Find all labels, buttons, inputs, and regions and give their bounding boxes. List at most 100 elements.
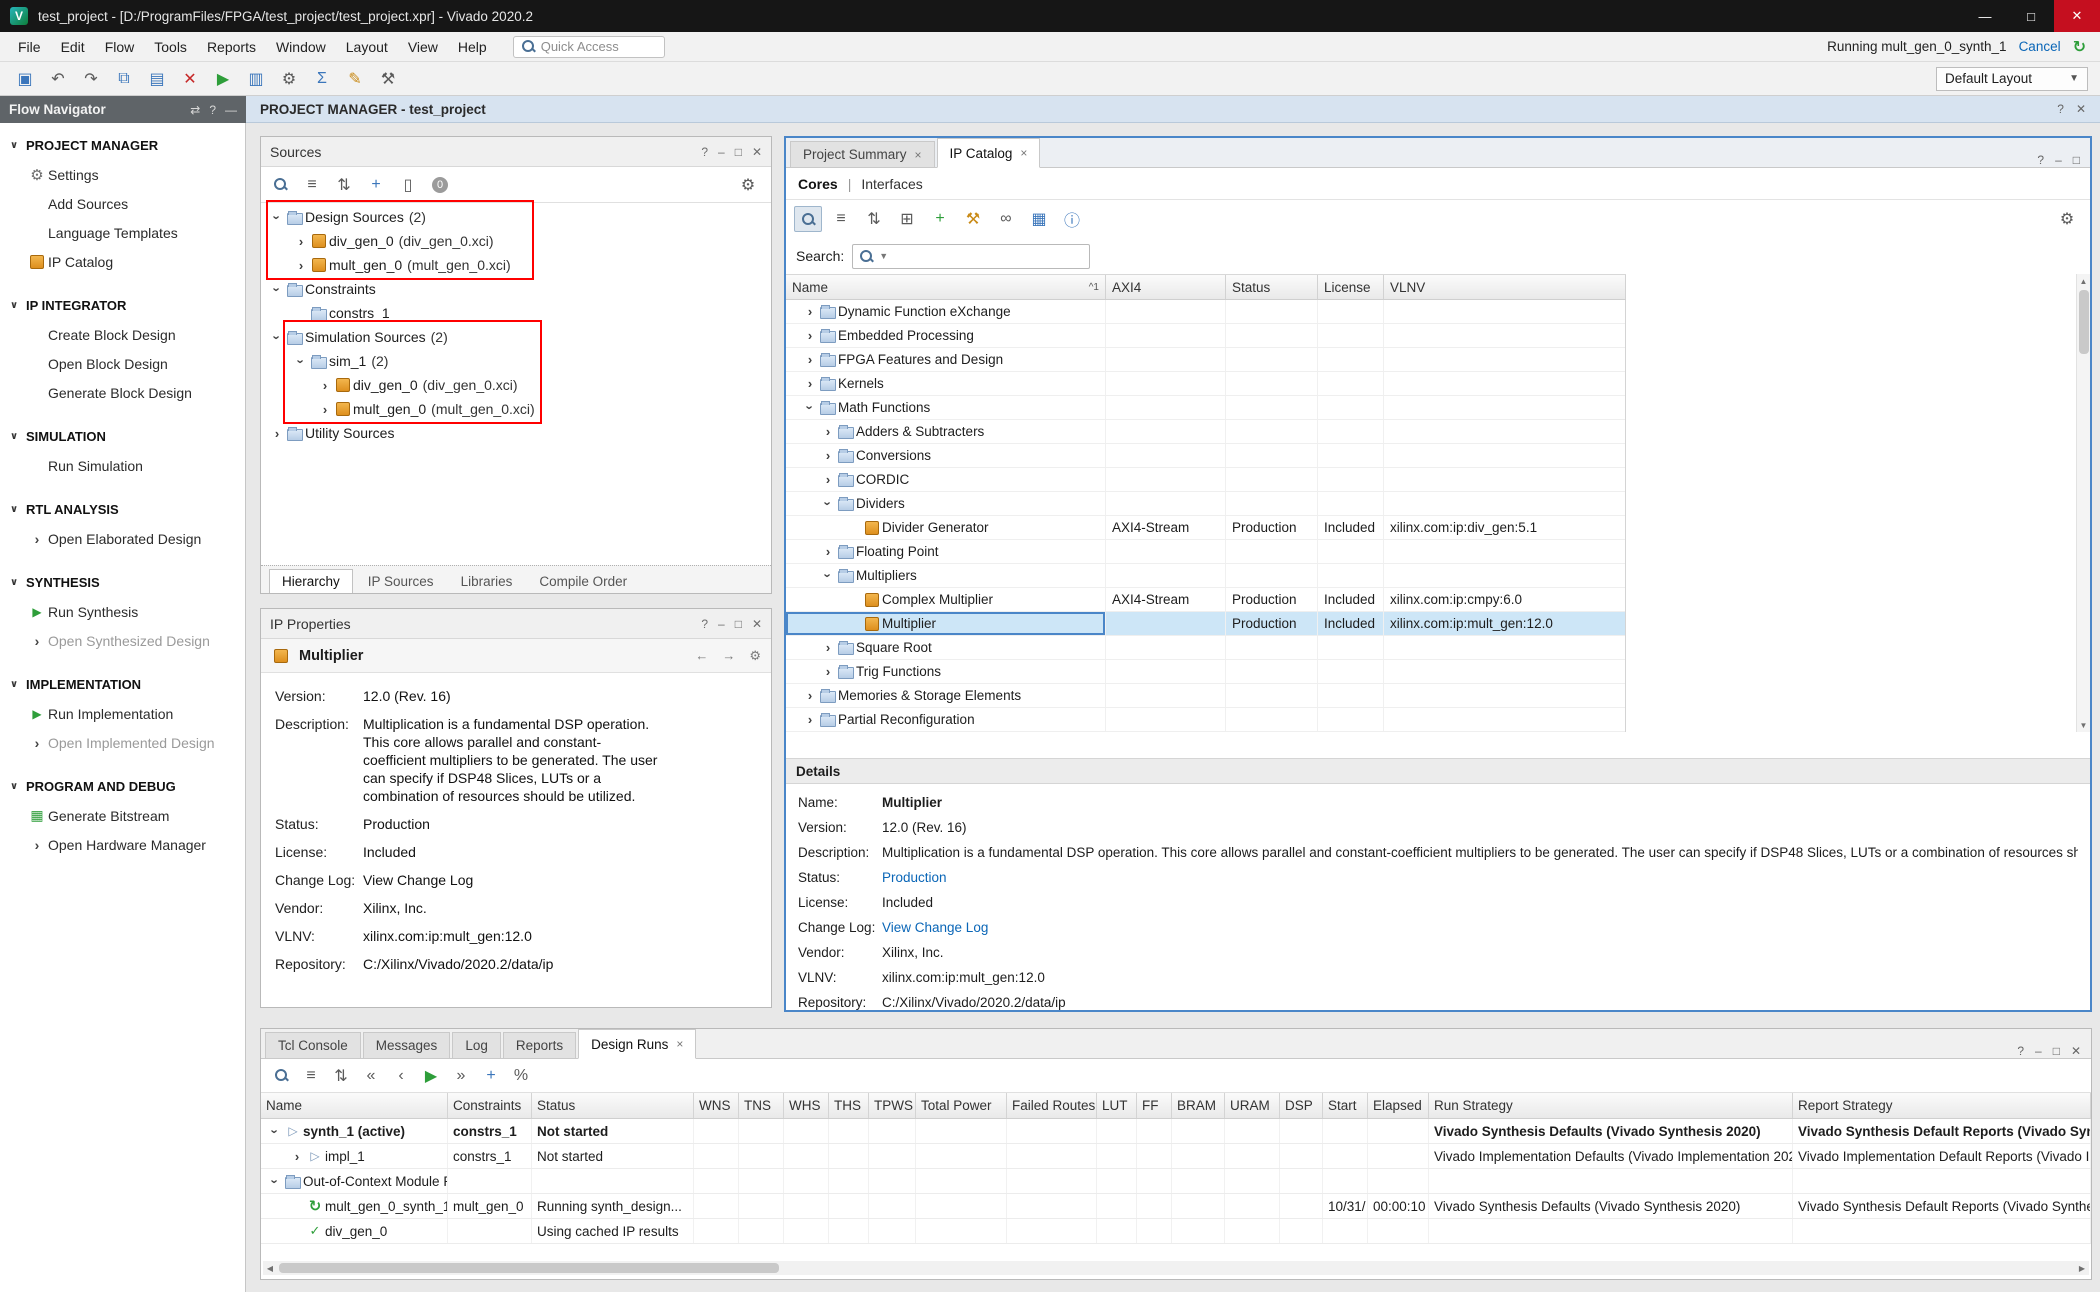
- tree-expander-icon[interactable]: [802, 304, 818, 319]
- close-icon[interactable]: ✕: [752, 617, 762, 631]
- design-runs-column-header[interactable]: BRAM: [1172, 1093, 1225, 1118]
- section-chevron-icon[interactable]: [10, 431, 26, 442]
- minimize-icon[interactable]: –: [718, 145, 725, 159]
- design-runs-horizontal-scrollbar[interactable]: ◀ ▶: [263, 1261, 2089, 1275]
- design-runs-column-header[interactable]: Failed Routes: [1007, 1093, 1097, 1118]
- float-icon[interactable]: □: [735, 145, 742, 159]
- menu-item[interactable]: Edit: [51, 39, 95, 55]
- sources-tree-item[interactable]: mult_gen_0 (mult_gen_0.xci): [261, 397, 771, 421]
- tree-expander-icon[interactable]: [293, 234, 309, 249]
- sources-settings-gear-icon[interactable]: ⚙: [733, 172, 763, 198]
- next-object-icon[interactable]: →: [722, 648, 735, 664]
- float-icon[interactable]: □: [2053, 1044, 2060, 1058]
- menu-item[interactable]: Layout: [336, 39, 398, 55]
- ip-catalog-row[interactable]: Conversions: [786, 444, 1625, 468]
- sources-tree-item[interactable]: Constraints: [261, 277, 771, 301]
- layout-selector[interactable]: Default Layout ▼: [1936, 67, 2088, 91]
- design-runs-column-header[interactable]: Name: [261, 1093, 448, 1118]
- ip-catalog-row[interactable]: Dividers: [786, 492, 1625, 516]
- design-run-row[interactable]: impl_1 constrs_1 Not started: [261, 1144, 2091, 1169]
- ip-catalog-row[interactable]: Embedded Processing: [786, 324, 1625, 348]
- tab-close-icon[interactable]: ×: [1020, 146, 1027, 160]
- section-chevron-icon[interactable]: [10, 504, 26, 515]
- design-runs-column-header[interactable]: Run Strategy: [1429, 1093, 1793, 1118]
- help-icon[interactable]: ?: [209, 103, 216, 117]
- design-run-row[interactable]: Out-of-Context Module Runs: [261, 1169, 2091, 1194]
- bottom-tab[interactable]: Messages: [363, 1032, 451, 1058]
- tree-expander-icon[interactable]: [269, 210, 285, 225]
- ip-catalog-row[interactable]: Multiplier Production Included xilinx.co…: [786, 612, 1625, 636]
- properties-settings-icon[interactable]: ⚙: [749, 648, 761, 664]
- ip-catalog-row[interactable]: Math Functions: [786, 396, 1625, 420]
- help-icon[interactable]: ?: [2057, 102, 2064, 116]
- sources-tree-item[interactable]: Design Sources (2): [261, 205, 771, 229]
- collapse-all-icon[interactable]: ≡: [827, 206, 855, 232]
- sources-tab[interactable]: Libraries: [449, 570, 525, 593]
- section-chevron-icon[interactable]: [10, 300, 26, 311]
- previous-object-icon[interactable]: ←: [695, 648, 708, 664]
- sources-tree-item[interactable]: div_gen_0 (div_gen_0.xci): [261, 373, 771, 397]
- tree-expander-icon[interactable]: [820, 544, 836, 559]
- scroll-to-selected-icon[interactable]: ▯: [397, 172, 419, 198]
- add-repository-icon[interactable]: +: [926, 206, 954, 232]
- flow-navigator-row[interactable]: IP INTEGRATOR: [0, 291, 245, 320]
- ip-catalog-row[interactable]: Memories & Storage Elements: [786, 684, 1625, 708]
- column-header-axi4[interactable]: AXI4: [1106, 275, 1226, 299]
- bottom-tab[interactable]: Reports: [503, 1032, 576, 1058]
- tree-expander-icon[interactable]: [293, 258, 309, 273]
- flow-navigator-row[interactable]: SYNTHESIS: [0, 568, 245, 597]
- sources-tree-item[interactable]: sim_1 (2): [261, 349, 771, 373]
- scroll-down-icon[interactable]: ▼: [2077, 718, 2090, 732]
- flow-navigator-row[interactable]: Open Block Design: [0, 349, 245, 378]
- ip-catalog-row[interactable]: Kernels: [786, 372, 1625, 396]
- tree-expander-icon[interactable]: [802, 352, 818, 367]
- float-icon[interactable]: □: [735, 617, 742, 631]
- flow-navigator-row[interactable]: Run Simulation: [0, 451, 245, 480]
- sources-tab[interactable]: IP Sources: [356, 570, 446, 593]
- design-runs-column-header[interactable]: DSP: [1280, 1093, 1323, 1118]
- ip-catalog-row[interactable]: Partial Reconfiguration: [786, 708, 1625, 732]
- design-runs-column-header[interactable]: TNS: [739, 1093, 784, 1118]
- run-icon[interactable]: ▶: [208, 66, 238, 92]
- bottom-tab[interactable]: Log: [452, 1032, 501, 1058]
- maximize-button[interactable]: □: [2008, 0, 2054, 32]
- design-runs-column-header[interactable]: Start: [1323, 1093, 1368, 1118]
- document-tab[interactable]: IP Catalog ×: [937, 138, 1041, 168]
- tree-expander-icon[interactable]: [317, 378, 333, 393]
- ip-catalog-vertical-scrollbar[interactable]: ▲ ▼: [2076, 274, 2090, 732]
- group-view-icon[interactable]: ⊞: [893, 206, 921, 232]
- settings-icon[interactable]: ⚙: [274, 66, 304, 92]
- flow-navigator-row[interactable]: PROGRAM AND DEBUG: [0, 772, 245, 801]
- design-runs-column-header[interactable]: TPWS: [869, 1093, 916, 1118]
- tab-close-icon[interactable]: ×: [676, 1037, 683, 1051]
- ip-catalog-row[interactable]: Dynamic Function eXchange: [786, 300, 1625, 324]
- sources-tab[interactable]: Compile Order: [527, 570, 639, 593]
- create-runs-icon[interactable]: +: [479, 1063, 503, 1089]
- save-icon[interactable]: ▣: [10, 66, 40, 92]
- edit-icon[interactable]: ✎: [340, 66, 370, 92]
- ip-catalog-settings-gear-icon[interactable]: ⚙: [2052, 206, 2082, 232]
- ip-link-icon[interactable]: ∞: [992, 206, 1020, 232]
- play-icon[interactable]: ▶: [419, 1063, 443, 1089]
- paste-icon[interactable]: ▤: [142, 66, 172, 92]
- undo-icon[interactable]: ↶: [43, 66, 73, 92]
- ip-catalog-row[interactable]: Complex Multiplier AXI4-Stream Productio…: [786, 588, 1625, 612]
- sources-tree-item[interactable]: constrs_1: [261, 301, 771, 325]
- design-runs-column-header[interactable]: FF: [1137, 1093, 1172, 1118]
- search-icon[interactable]: [269, 172, 291, 198]
- tree-expander-icon[interactable]: [269, 426, 285, 441]
- ip-catalog-row[interactable]: Adders & Subtracters: [786, 420, 1625, 444]
- reports-icon[interactable]: ▥: [241, 66, 271, 92]
- default-part-icon[interactable]: ▦: [1025, 206, 1053, 232]
- flow-navigator-row[interactable]: Language Templates: [0, 218, 245, 247]
- section-chevron-icon[interactable]: [10, 140, 26, 151]
- close-icon[interactable]: ✕: [2071, 1044, 2081, 1058]
- next-run-icon[interactable]: »: [449, 1063, 473, 1089]
- tree-expander-icon[interactable]: [293, 354, 309, 369]
- elaborate-icon[interactable]: Σ: [307, 66, 337, 92]
- subtab-cores[interactable]: Cores: [798, 176, 838, 192]
- ip-catalog-row[interactable]: Square Root: [786, 636, 1625, 660]
- ip-catalog-row[interactable]: FPGA Features and Design: [786, 348, 1625, 372]
- message-count-badge[interactable]: 0: [429, 172, 451, 198]
- add-sources-icon[interactable]: +: [365, 172, 387, 198]
